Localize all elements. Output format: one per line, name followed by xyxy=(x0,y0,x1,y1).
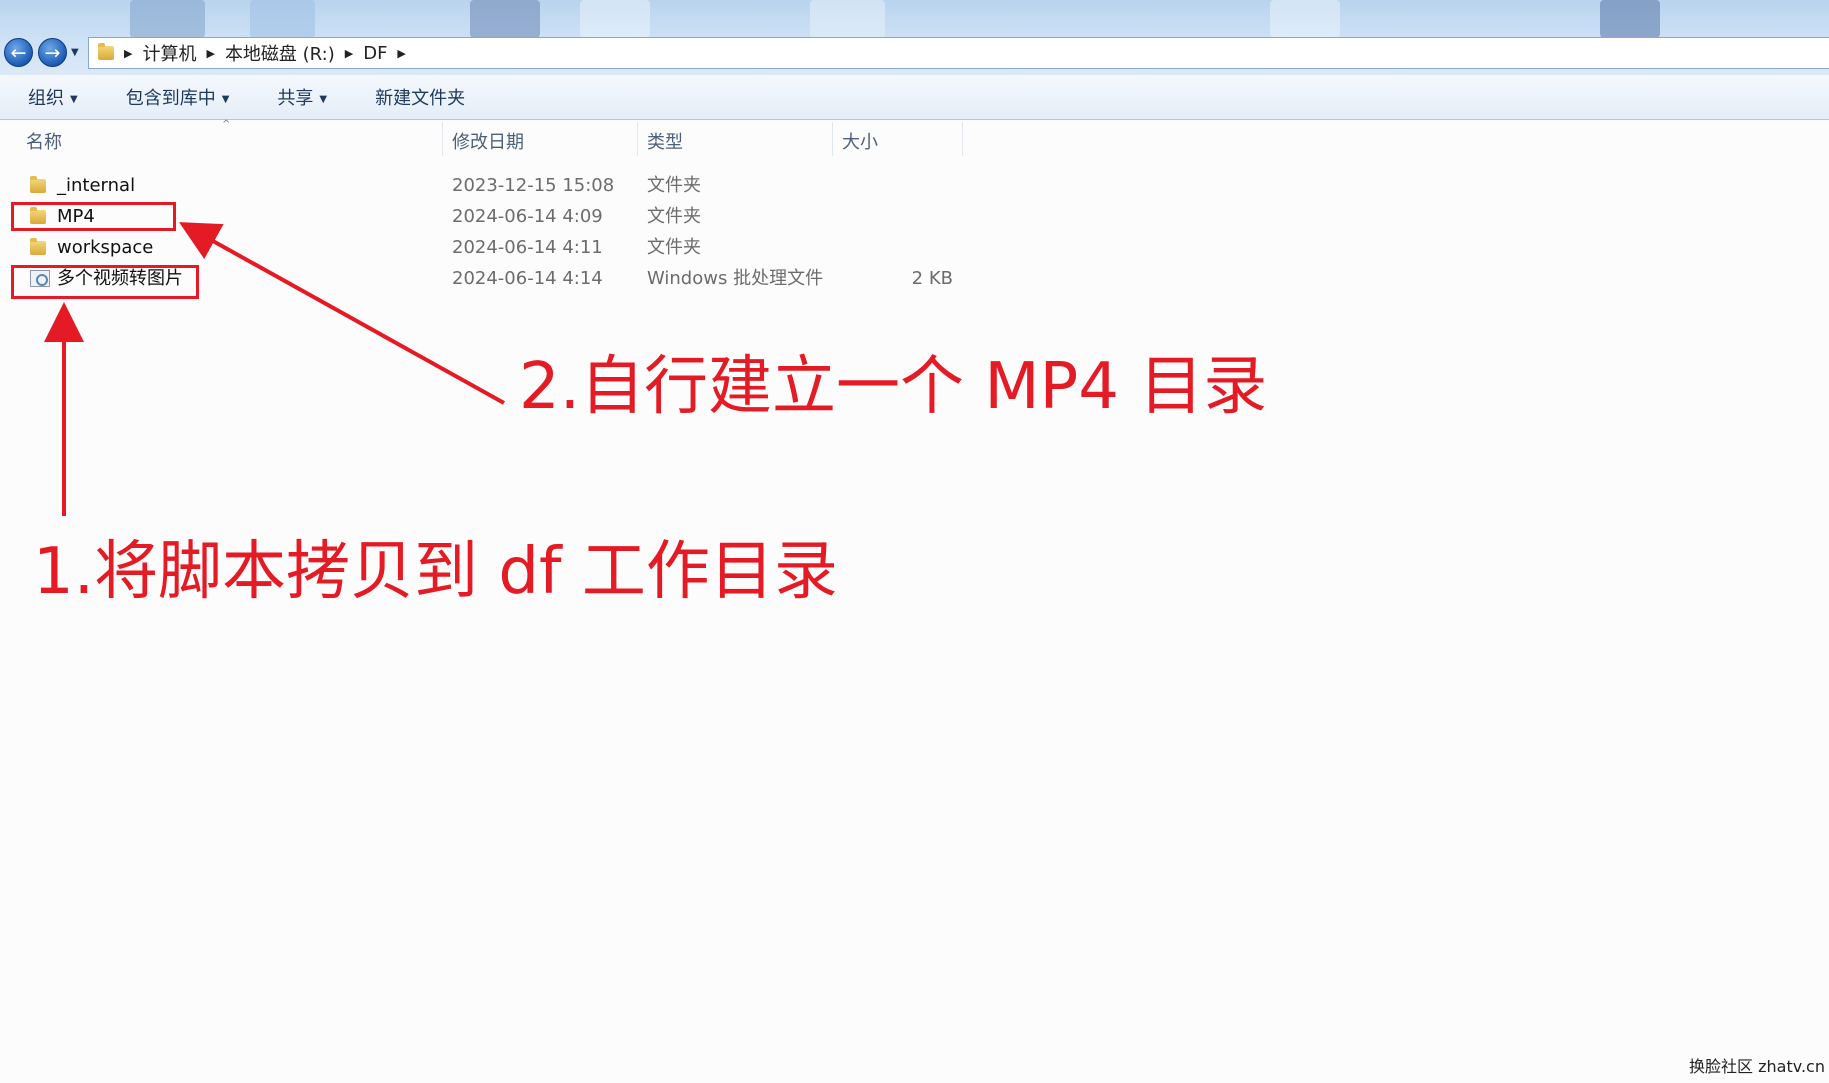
annotation-step-1: 1.将脚本拷贝到 df 工作目录 xyxy=(33,535,838,609)
arrow-to-mp4 xyxy=(179,222,505,405)
watermark: 换脸社区 zhatv.cn xyxy=(1689,1057,1825,1076)
annotation-step-2: 2.自行建立一个 MP4 目录 xyxy=(519,350,1268,424)
